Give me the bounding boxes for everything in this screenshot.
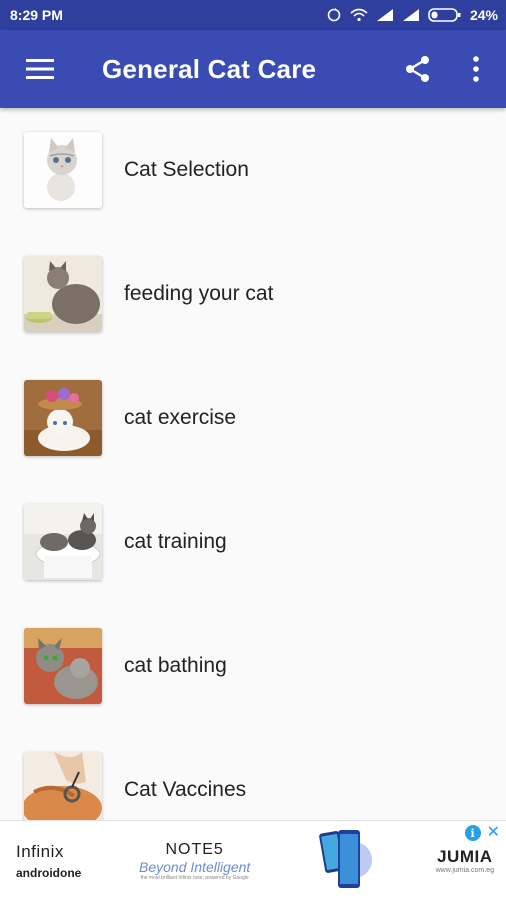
cat-bathing-thumbnail <box>24 628 102 704</box>
ad-shop: JUMIA www.jumia.com.eg <box>436 847 494 874</box>
kitten-thumbnail <box>24 132 102 208</box>
ad-shop-name: JUMIA <box>437 847 493 866</box>
status-time: 8:29 PM <box>10 7 63 23</box>
cat-vaccines-thumbnail <box>24 752 102 820</box>
battery-percent: 24% <box>469 7 498 23</box>
phone-image <box>319 829 372 888</box>
list-item[interactable]: Cat Selection <box>0 108 506 232</box>
sync-icon <box>327 8 341 22</box>
ad-brand: Infinix androidone <box>16 842 81 880</box>
hamburger-menu-icon <box>26 59 54 79</box>
cat-exercise-thumbnail <box>24 380 102 456</box>
list-item-label: feeding your cat <box>124 282 274 305</box>
ad-brand-name: Infinix <box>16 841 64 861</box>
status-bar: 8:29 PM 24% <box>0 0 506 30</box>
list-item[interactable]: cat bathing <box>0 604 506 728</box>
ad-product-tagline: Beyond Intelligent <box>139 858 251 875</box>
list-item-label: cat bathing <box>124 654 227 677</box>
ad-info-icon[interactable]: i <box>464 825 481 841</box>
ad-close-icon[interactable]: ✕ <box>487 825 500 841</box>
signal-icon-1 <box>376 9 393 21</box>
wifi-icon <box>350 8 368 22</box>
page-title: General Cat Care <box>102 53 317 84</box>
share-icon <box>406 56 429 82</box>
signal-icon-2 <box>402 9 419 21</box>
ad-product-title: NOTE5 <box>165 840 224 858</box>
ad-controls: i ✕ <box>464 825 500 841</box>
list-item-label: Cat Vaccines <box>124 778 247 801</box>
list-item-label: Cat Selection <box>124 158 249 181</box>
list-item[interactable]: cat training <box>0 480 506 604</box>
overflow-menu-button[interactable] <box>446 30 506 108</box>
status-icons: 24% <box>326 7 498 23</box>
share-button[interactable] <box>390 30 446 108</box>
battery-icon <box>428 8 461 22</box>
ad-product-fineprint: the most brilliant Infinix note, powered… <box>140 874 249 881</box>
list-item[interactable]: Cat Vaccines <box>0 728 506 820</box>
cat-feeding-thumbnail <box>24 256 102 332</box>
ad-product: NOTE5 Beyond Intelligent the most brilli… <box>139 841 250 881</box>
app-bar: General Cat Care <box>0 30 506 108</box>
list-item[interactable]: feeding your cat <box>0 232 506 356</box>
ad-banner[interactable]: Infinix androidone NOTE5 Beyond Intellig… <box>0 820 506 900</box>
ad-shop-url: www.jumia.com.eg <box>435 867 494 874</box>
cat-training-thumbnail <box>24 504 102 580</box>
list-item-label: cat training <box>124 530 227 553</box>
list-item[interactable]: cat exercise <box>0 356 506 480</box>
menu-button[interactable] <box>0 30 80 108</box>
list-item-label: cat exercise <box>124 406 237 429</box>
topic-list: Cat Selection feeding your cat cat exerc… <box>0 108 506 820</box>
ad-brand-subtitle: androidone <box>16 865 82 880</box>
more-vert-icon <box>473 56 479 82</box>
